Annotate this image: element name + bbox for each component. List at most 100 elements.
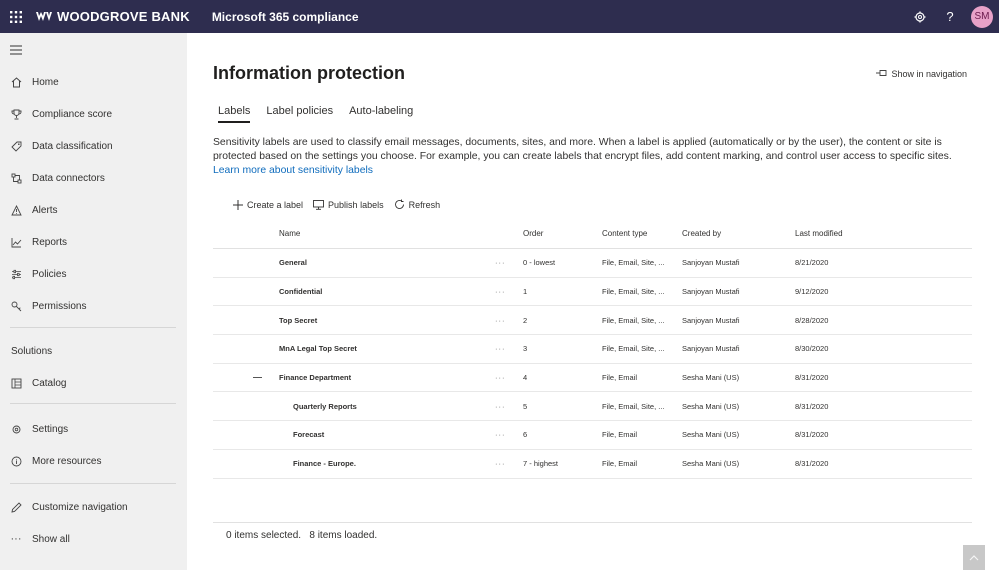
ellipsis-icon: ··· (10, 533, 22, 545)
label-order: 5 (523, 401, 528, 411)
label-content-type: File, Email, Site, ... (602, 401, 665, 411)
nav-item-data-connectors[interactable]: Data connectors (0, 164, 187, 192)
refresh-text: Refresh (408, 199, 441, 210)
table-header: Name Order Content type Created by Last … (213, 219, 972, 249)
nav-item-settings[interactable]: Settings (0, 415, 187, 443)
label-name[interactable]: General (279, 249, 307, 277)
label-last-modified: 8/31/2020 (795, 401, 829, 411)
table-row[interactable]: MnA Legal Top Secret ··· 3 File, Email, … (213, 335, 972, 364)
nav-item-label: Alerts (32, 204, 58, 216)
nav-item-permissions[interactable]: Permissions (0, 292, 187, 320)
label-created-by: Sesha Mani (US) (682, 373, 740, 383)
collapse-icon[interactable] (253, 364, 262, 392)
nav-item-customize-navigation[interactable]: Customize navigation (0, 493, 187, 521)
learn-more-link[interactable]: Learn more about sensitivity labels (213, 165, 373, 176)
help-button[interactable]: ? (935, 0, 965, 33)
tab-label-policies[interactable]: Label policies (266, 105, 333, 123)
refresh-button[interactable]: Refresh (394, 199, 441, 210)
label-name[interactable]: MnA Legal Top Secret (279, 335, 357, 363)
more-actions-icon[interactable]: ··· (495, 421, 506, 449)
settings-button[interactable] (905, 0, 935, 33)
label-name[interactable]: Quarterly Reports (293, 392, 357, 420)
avatar[interactable]: SM (971, 5, 993, 28)
more-actions-icon[interactable]: ··· (495, 249, 506, 277)
label-name[interactable]: Finance Department (279, 364, 351, 392)
nav-item-label: Home (32, 76, 59, 88)
label-order: 1 (523, 287, 528, 297)
left-nav: Home Compliance score Data classificatio… (0, 33, 187, 570)
waffle-icon (10, 10, 22, 23)
nav-item-label: More resources (32, 455, 102, 467)
tab-labels[interactable]: Labels (218, 105, 251, 123)
brand[interactable]: WOODGROVE BANK (36, 9, 190, 24)
chevron-up-icon (969, 554, 979, 560)
connector-icon (0, 173, 32, 184)
nav-item-policies[interactable]: Policies (0, 260, 187, 288)
more-actions-icon[interactable]: ··· (495, 306, 506, 334)
label-name[interactable]: Confidential (279, 278, 322, 306)
nav-divider (10, 483, 176, 484)
app-launcher-button[interactable] (0, 0, 32, 33)
table-row[interactable]: Finance - Europe. ··· 7 - highest File, … (213, 450, 972, 479)
table-row[interactable]: General ··· 0 - lowest File, Email, Site… (213, 249, 972, 278)
label-name[interactable]: Forecast (293, 421, 324, 449)
table-row[interactable]: Forecast ··· 6 File, Email Sesha Mani (U… (213, 421, 972, 450)
refresh-icon (394, 199, 405, 210)
column-header-created-by[interactable]: Created by (682, 219, 721, 248)
label-content-type: File, Email (602, 430, 638, 440)
app-name[interactable]: Microsoft 365 compliance (212, 10, 359, 24)
nav-divider (10, 403, 176, 404)
nav-item-catalog[interactable]: Catalog (0, 369, 187, 397)
nav-section-solutions: Solutions (11, 346, 53, 357)
column-header-order[interactable]: Order (523, 219, 543, 248)
table-row[interactable]: Quarterly Reports ··· 5 File, Email, Sit… (213, 392, 972, 422)
footer-divider (213, 522, 972, 523)
nav-item-label: Data connectors (32, 172, 105, 184)
nav-item-label: Catalog (32, 377, 67, 389)
label-name[interactable]: Finance - Europe. (293, 450, 356, 478)
more-actions-icon[interactable]: ··· (495, 278, 506, 306)
column-header-name[interactable]: Name (279, 219, 300, 248)
hamburger-icon[interactable] (10, 44, 24, 56)
tab-list: Labels Label policies Auto-labeling (218, 105, 429, 123)
column-header-last-modified[interactable]: Last modified (795, 219, 843, 248)
more-actions-icon[interactable]: ··· (495, 392, 506, 420)
publish-labels-button[interactable]: Publish labels (313, 200, 384, 210)
label-last-modified: 8/31/2020 (795, 459, 829, 469)
show-in-navigation-button[interactable]: Show in navigation (876, 69, 967, 79)
label-content-type: File, Email, Site, ... (602, 315, 665, 325)
sliders-icon (0, 269, 32, 280)
table-row[interactable]: Finance Department ··· 4 File, Email Ses… (213, 364, 972, 393)
nav-item-compliance-score[interactable]: Compliance score (0, 100, 187, 128)
table-row[interactable]: Top Secret ··· 2 File, Email, Site, ... … (213, 306, 972, 336)
info-icon (0, 456, 32, 467)
more-actions-icon[interactable]: ··· (495, 335, 506, 363)
label-created-by: Sesha Mani (US) (682, 459, 740, 469)
more-actions-icon[interactable]: ··· (495, 364, 506, 392)
column-header-content-type[interactable]: Content type (602, 219, 647, 248)
label-last-modified: 8/21/2020 (795, 258, 829, 268)
scroll-to-top-button[interactable] (963, 545, 985, 570)
nav-item-alerts[interactable]: Alerts (0, 196, 187, 224)
tab-auto-labeling[interactable]: Auto-labeling (349, 105, 413, 123)
nav-item-label: Customize navigation (32, 501, 128, 513)
top-bar: WOODGROVE BANK Microsoft 365 compliance … (0, 0, 999, 33)
tag-icon (0, 141, 32, 152)
nav-item-show-all[interactable]: ··· Show all (0, 525, 187, 553)
label-content-type: File, Email, Site, ... (602, 287, 665, 297)
label-order: 7 - highest (523, 459, 559, 469)
nav-item-more-resources[interactable]: More resources (0, 447, 187, 475)
create-label-text: Create a label (247, 199, 304, 210)
label-name[interactable]: Top Secret (279, 306, 317, 334)
publish-labels-text: Publish labels (328, 199, 384, 210)
nav-item-home[interactable]: Home (0, 68, 187, 96)
more-actions-icon[interactable]: ··· (495, 450, 506, 478)
label-content-type: File, Email, Site, ... (602, 258, 665, 268)
nav-item-reports[interactable]: Reports (0, 228, 187, 256)
nav-item-label: Show all (32, 533, 70, 545)
table-row[interactable]: Confidential ··· 1 File, Email, Site, ..… (213, 278, 972, 307)
main-content: Information protection Show in navigatio… (187, 33, 999, 570)
create-label-button[interactable]: Create a label (233, 199, 304, 210)
label-order: 4 (523, 373, 528, 383)
nav-item-data-classification[interactable]: Data classification (0, 132, 187, 160)
